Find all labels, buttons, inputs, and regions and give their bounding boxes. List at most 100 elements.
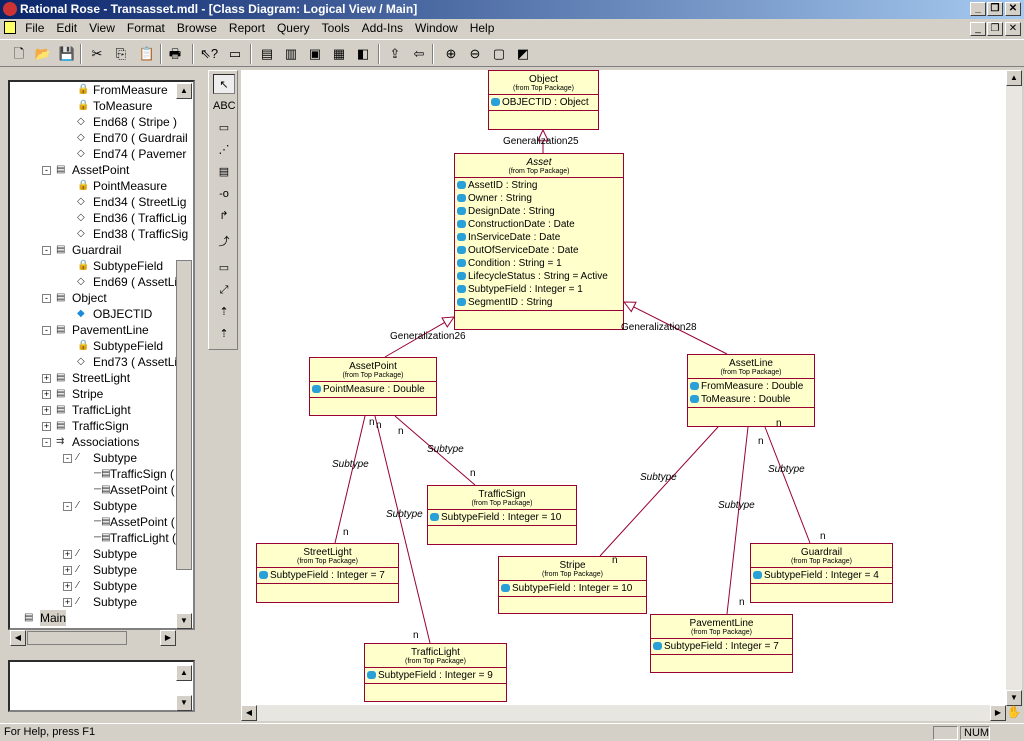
attribute-text: LifecycleStatus : String = Active — [468, 271, 608, 282]
class-trafficlight[interactable]: TrafficLight (from Top Package) SubtypeFie… — [364, 643, 507, 702]
class-name: StreetLight — [303, 547, 352, 558]
attribute-text: InServiceDate : Date — [468, 232, 561, 243]
class-name: TrafficLight — [411, 647, 460, 658]
class-pavementline[interactable]: PavementLine (from Top Package) SubtypeFie… — [650, 614, 793, 673]
attribute-compartment: FromMeasure : Double ToMeasure : Double — [688, 379, 814, 408]
attribute-icon — [690, 395, 699, 403]
attribute-compartment: OBJECTID : Object — [489, 95, 598, 111]
subtype-association[interactable] — [599, 426, 719, 557]
class-package: (from Top Package) — [310, 372, 436, 382]
multiplicity-label: n — [343, 527, 349, 538]
class-attribute[interactable]: ToMeasure : Double — [690, 393, 812, 406]
attribute-icon — [457, 285, 466, 293]
attribute-text: FromMeasure : Double — [701, 381, 804, 392]
class-streetlight[interactable]: StreetLight (from Top Package) SubtypeFiel… — [256, 543, 399, 603]
status-help-text: For Help, press F1 — [4, 726, 96, 738]
association-label: Subtype — [768, 464, 805, 475]
class-trafficsign[interactable]: TrafficSign (from Top Package) SubtypeFiel… — [427, 485, 577, 545]
attribute-compartment: SubtypeField : Integer = 10 — [499, 581, 646, 597]
attribute-compartment: SubtypeField : Integer = 9 — [365, 668, 506, 684]
class-attribute[interactable]: SubtypeField : Integer = 4 — [753, 569, 890, 582]
attribute-text: OBJECTID : Object — [502, 97, 589, 108]
subtype-association[interactable] — [726, 426, 749, 615]
subtype-association[interactable] — [764, 426, 811, 544]
diagram-horizontal-scrollbar[interactable]: ◀ ▶ — [241, 705, 1006, 721]
scroll-down-button[interactable]: ▼ — [1006, 690, 1022, 706]
class-attribute[interactable]: LifecycleStatus : String = Active — [457, 270, 621, 283]
class-package: (from Top Package) — [751, 558, 892, 568]
class-attribute[interactable]: PointMeasure : Double — [312, 383, 434, 396]
attribute-icon — [457, 259, 466, 267]
attribute-icon — [690, 382, 699, 390]
generalization-label: Generalization28 — [621, 322, 697, 333]
attribute-text: SubtypeField : Integer = 10 — [441, 512, 562, 523]
class-name: Object — [529, 74, 558, 85]
class-package: (from Top Package) — [455, 168, 623, 178]
attribute-text: ConstructionDate : Date — [468, 219, 575, 230]
subtype-association[interactable] — [374, 415, 431, 644]
class-attribute[interactable]: SubtypeField : Integer = 7 — [653, 640, 790, 653]
attribute-text: SubtypeField : Integer = 7 — [270, 570, 385, 581]
class-attribute[interactable]: FromMeasure : Double — [690, 380, 812, 393]
multiplicity-label: n — [369, 417, 375, 428]
diagram-vertical-scrollbar[interactable]: ▲ ▼ — [1006, 70, 1022, 706]
multiplicity-label: n — [612, 555, 618, 566]
status-num: NUM — [960, 726, 990, 740]
attribute-icon — [501, 584, 510, 592]
status-panel-empty — [933, 726, 958, 740]
class-package: (from Top Package) — [257, 558, 398, 568]
scroll-up-button[interactable]: ▲ — [1006, 70, 1022, 86]
attribute-icon — [457, 220, 466, 228]
generalization-arrowhead — [441, 316, 455, 328]
multiplicity-label: n — [398, 426, 404, 437]
attribute-icon — [430, 513, 439, 521]
attribute-icon — [457, 207, 466, 215]
association-label: Subtype — [386, 509, 423, 520]
class-assetline[interactable]: AssetLine (from Top Package) FromMeasure :… — [687, 354, 815, 427]
class-attribute[interactable]: SubtypeField : Integer = 10 — [430, 511, 574, 524]
key-attribute-icon — [491, 98, 500, 106]
class-package: (from Top Package) — [688, 369, 814, 379]
attribute-text: Owner : String — [468, 193, 532, 204]
class-attribute[interactable]: Owner : String — [457, 192, 621, 205]
scroll-left-button[interactable]: ◀ — [241, 705, 257, 721]
class-attribute[interactable]: AssetID : String — [457, 179, 621, 192]
class-attribute[interactable]: SegmentID : String — [457, 296, 621, 309]
association-label: Subtype — [332, 459, 369, 470]
class-object[interactable]: Object (from Top Package) OBJECTID : Objec… — [488, 70, 599, 130]
attribute-icon — [457, 233, 466, 241]
class-name: TrafficSign — [478, 489, 526, 500]
generalization-label: Generalization26 — [390, 331, 466, 342]
multiplicity-label: n — [820, 531, 826, 542]
attribute-text: PointMeasure : Double — [323, 384, 425, 395]
scroll-right-button[interactable]: ▶ — [990, 705, 1006, 721]
class-attribute[interactable]: SubtypeField : Integer = 9 — [367, 669, 504, 682]
class-attribute[interactable]: OutOfServiceDate : Date — [457, 244, 621, 257]
class-assetpoint[interactable]: AssetPoint (from Top Package) PointMeasure… — [309, 357, 437, 416]
class-attribute[interactable]: InServiceDate : Date — [457, 231, 621, 244]
pan-hand-icon[interactable]: ✋ — [1006, 705, 1022, 721]
class-name: Asset — [526, 157, 552, 168]
attribute-icon — [457, 194, 466, 202]
attribute-icon — [259, 571, 268, 579]
multiplicity-label: n — [739, 597, 745, 608]
class-asset[interactable]: Asset (from Top Package) AssetID : String O… — [454, 153, 624, 330]
association-label: Subtype — [427, 444, 464, 455]
class-attribute[interactable]: SubtypeField : Integer = 1 — [457, 283, 621, 296]
class-attribute[interactable]: Condition : String = 1 — [457, 257, 621, 270]
generalization-label: Generalization25 — [503, 136, 579, 147]
class-attribute[interactable]: ConstructionDate : Date — [457, 218, 621, 231]
attribute-compartment: AssetID : String Owner : String DesignDate… — [455, 178, 623, 311]
class-name: PavementLine — [689, 618, 754, 629]
class-attribute[interactable]: OBJECTID : Object — [491, 96, 596, 109]
class-attribute[interactable]: SubtypeField : Integer = 7 — [259, 569, 396, 582]
class-package: (from Top Package) — [428, 500, 576, 510]
class-name: AssetLine — [729, 358, 773, 369]
class-attribute[interactable]: DesignDate : String — [457, 205, 621, 218]
class-stripe[interactable]: Stripe (from Top Package) SubtypeField : I… — [498, 556, 647, 614]
class-name: Stripe — [559, 560, 586, 571]
subtype-association[interactable] — [334, 415, 366, 544]
class-attribute[interactable]: SubtypeField : Integer = 10 — [501, 582, 644, 595]
class-guardrail[interactable]: Guardrail (from Top Package) SubtypeField … — [750, 543, 893, 603]
class-package: (from Top Package) — [651, 629, 792, 639]
